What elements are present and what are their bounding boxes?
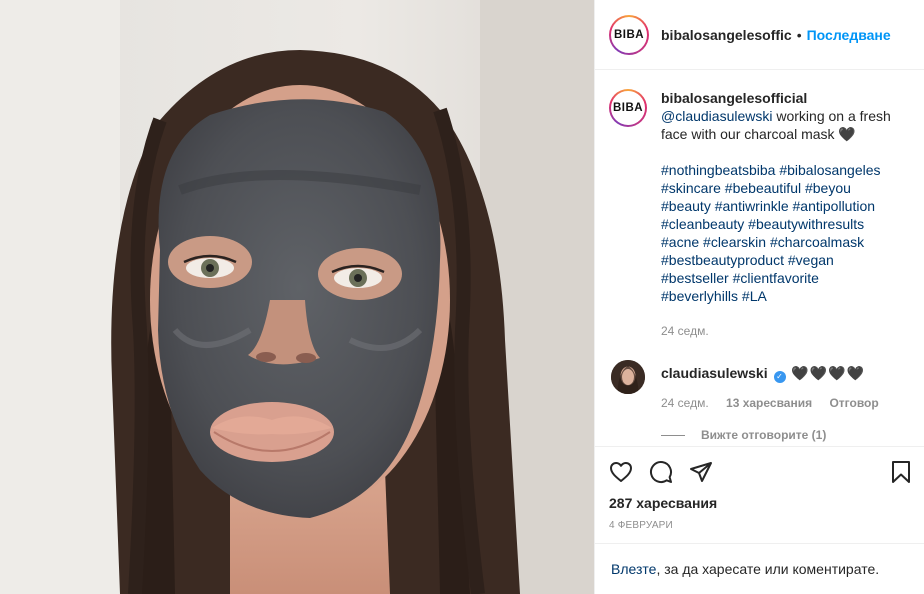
comment-text: 🖤🖤🖤🖤: [791, 365, 866, 381]
brand-logo: BIBA: [613, 28, 645, 41]
likes-count[interactable]: 287 харесвания: [609, 495, 913, 511]
post-photo: [0, 0, 594, 594]
comment-likes[interactable]: 13 харесвания: [726, 396, 812, 410]
face-mask-photo: [0, 0, 594, 594]
caption: BIBA bibalosangelesofficial @claudiasule…: [595, 71, 924, 340]
caption-avatar[interactable]: BIBA: [609, 89, 647, 127]
commenter-avatar-image: [611, 360, 645, 394]
separator-dot: •: [796, 26, 802, 43]
login-prompt: Влезте, за да харесате или коментирате.: [595, 543, 924, 594]
avatar[interactable]: BIBA: [609, 14, 649, 55]
caption-username[interactable]: bibalosangelesofficial: [661, 90, 807, 106]
post-actions: 287 харесвания 4 ФЕВРУАРИ: [595, 446, 924, 531]
comments-list[interactable]: BIBA bibalosangelesofficial @claudiasule…: [595, 71, 924, 446]
comment-username[interactable]: claudiasulewski: [661, 365, 768, 381]
comment-body: claudiasulewski ✓ 🖤🖤🖤🖤 24 седм. 13 харес…: [661, 360, 893, 412]
caption-hashtags[interactable]: #nothingbeatsbiba #bibalosangeles #skinc…: [661, 161, 899, 305]
view-replies-button[interactable]: Вижте отговорите (1): [661, 428, 924, 442]
comment-item: claudiasulewski ✓ 🖤🖤🖤🖤 24 седм. 13 харес…: [595, 340, 924, 412]
post-details-panel: BIBA bibalosangelesoffic • Последване BI…: [594, 0, 924, 594]
replies-divider: [661, 434, 685, 436]
header-username[interactable]: bibalosangelesoffic: [661, 27, 792, 43]
view-replies-label: Вижте отговорите (1): [701, 428, 827, 442]
action-icons: [609, 457, 913, 487]
comment-timestamp[interactable]: 24 седм.: [661, 396, 709, 410]
commenter-avatar[interactable]: [611, 360, 645, 394]
caption-timestamp[interactable]: 24 седм.: [661, 322, 899, 340]
post-header: BIBA bibalosangelesoffic • Последване: [595, 0, 924, 70]
brand-logo: BIBA: [612, 102, 644, 114]
bookmark-icon[interactable]: [889, 460, 913, 484]
heart-icon[interactable]: [609, 460, 633, 484]
login-link[interactable]: Влезте: [611, 561, 656, 577]
verified-badge-icon: ✓: [773, 371, 786, 383]
post-date[interactable]: 4 ФЕВРУАРИ: [609, 520, 913, 531]
share-icon[interactable]: [689, 460, 713, 484]
caption-body: bibalosangelesofficial @claudiasulewski …: [661, 89, 899, 340]
caption-mention-link[interactable]: @claudiasulewski: [661, 108, 772, 124]
follow-button[interactable]: Последване: [807, 27, 891, 43]
login-prompt-text: , за да харесате или коментирате.: [656, 561, 880, 577]
comment-meta: 24 седм. 13 харесвания Отговор: [661, 394, 893, 412]
comment-icon[interactable]: [649, 460, 673, 484]
reply-button[interactable]: Отговор: [829, 396, 878, 410]
